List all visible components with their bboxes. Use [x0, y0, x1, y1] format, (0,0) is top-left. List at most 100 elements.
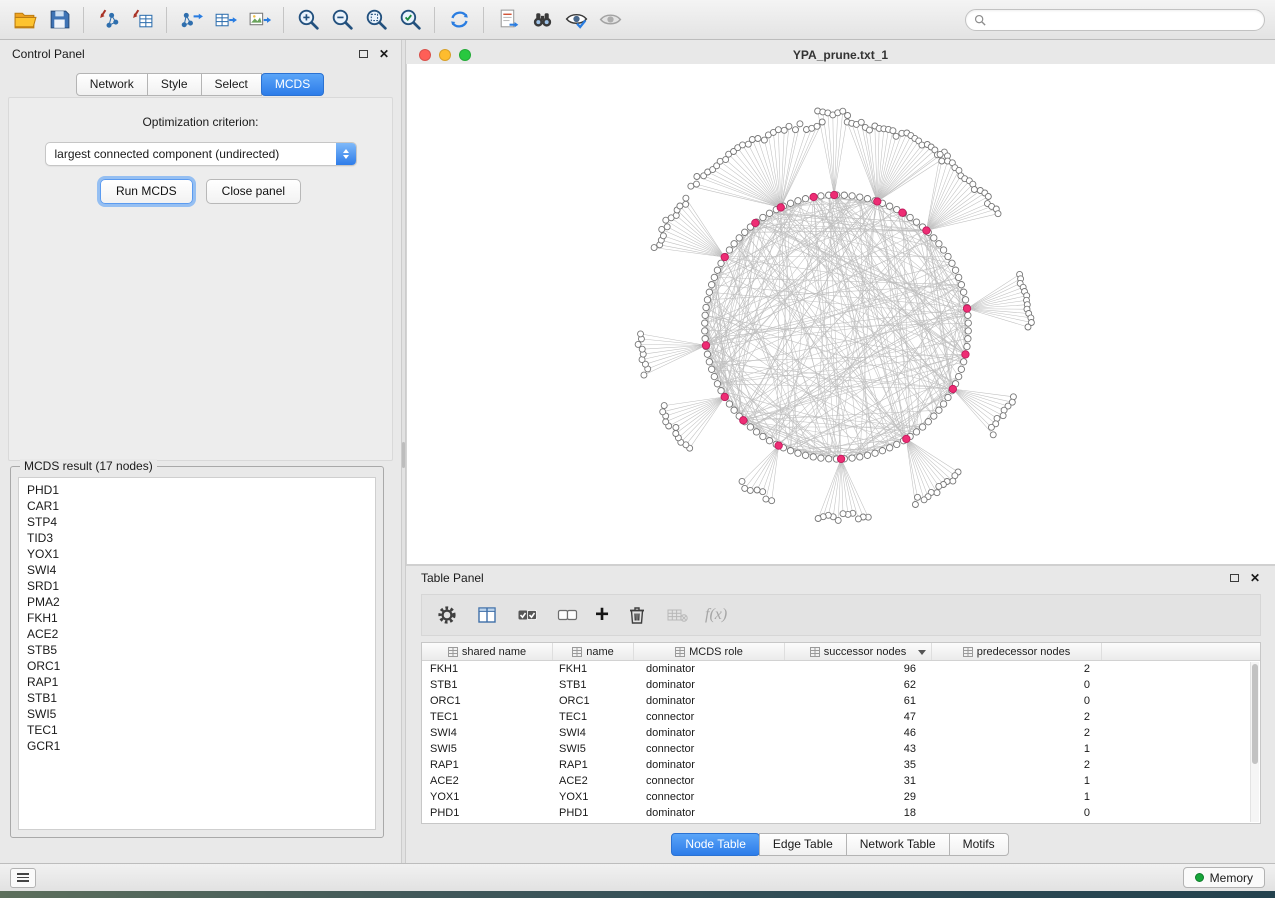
tab-select[interactable]: Select	[201, 73, 262, 96]
mcds-result-item[interactable]: SWI4	[19, 562, 375, 578]
save-session-icon[interactable]	[42, 5, 76, 35]
table-cell: dominator	[634, 807, 785, 819]
table-scrollbar[interactable]	[1250, 662, 1259, 822]
dropdown-value: largest connected component (undirected)	[55, 147, 280, 161]
control-panel-title: Control Panel	[12, 47, 85, 61]
float-panel-icon[interactable]	[1230, 574, 1239, 582]
table-settings-gear-icon[interactable]	[435, 603, 459, 627]
run-mcds-button[interactable]: Run MCDS	[100, 179, 193, 204]
column-header-shared-name[interactable]: shared name	[422, 643, 553, 660]
memory-button[interactable]: Memory	[1183, 867, 1265, 888]
mcds-result-item[interactable]: STB1	[19, 690, 375, 706]
splitter-handle[interactable]	[402, 442, 405, 468]
search-input[interactable]	[991, 13, 1256, 27]
mcds-result-item[interactable]: STB5	[19, 642, 375, 658]
network-graph[interactable]	[407, 64, 1275, 564]
tab-motifs[interactable]: Motifs	[949, 833, 1009, 856]
zoom-in-icon[interactable]	[291, 5, 325, 35]
table-row[interactable]: SWI5SWI5connector431	[422, 741, 1260, 757]
import-table-icon[interactable]	[125, 5, 159, 35]
tab-mcds[interactable]: MCDS	[261, 73, 324, 96]
minimize-window-button[interactable]	[439, 49, 451, 61]
table-row[interactable]: TEC1TEC1connector472	[422, 709, 1260, 725]
column-icon	[572, 647, 582, 657]
mcds-result-item[interactable]: TEC1	[19, 722, 375, 738]
close-panel-icon[interactable]: ✕	[379, 48, 389, 60]
function-builder-icon: f(x)	[705, 606, 727, 624]
mcds-result-item[interactable]: SRD1	[19, 578, 375, 594]
table-cell: 0	[932, 679, 1102, 691]
mcds-result-item[interactable]: TID3	[19, 530, 375, 546]
table-row[interactable]: ORC1ORC1dominator610	[422, 693, 1260, 709]
mcds-result-item[interactable]: FKH1	[19, 610, 375, 626]
table-row[interactable]: PHD1PHD1dominator180	[422, 805, 1260, 821]
table-row[interactable]: STB1STB1dominator620	[422, 677, 1260, 693]
column-header-successor-nodes[interactable]: successor nodes	[785, 643, 932, 660]
mcds-result-list[interactable]: PHD1CAR1STP4TID3YOX1SWI4SRD1PMA2FKH1ACE2…	[18, 477, 376, 830]
mcds-result-item[interactable]: STP4	[19, 514, 375, 530]
toolbar-separator	[283, 7, 284, 33]
control-panel-tabs: NetworkStyleSelectMCDS	[0, 73, 401, 96]
mcds-result-item[interactable]: ORC1	[19, 658, 375, 674]
search-field[interactable]	[965, 9, 1265, 31]
mcds-result-item[interactable]: PHD1	[19, 482, 375, 498]
export-image-icon[interactable]	[242, 5, 276, 35]
table-row[interactable]: YOX1YOX1connector291	[422, 789, 1260, 805]
search-binoculars-icon[interactable]	[525, 5, 559, 35]
select-all-columns-icon[interactable]	[515, 603, 539, 627]
table-cell: 1	[932, 743, 1102, 755]
panel-menu-button[interactable]	[10, 868, 36, 888]
zoom-window-button[interactable]	[459, 49, 471, 61]
refresh-view-icon[interactable]	[442, 5, 476, 35]
open-file-icon[interactable]	[8, 5, 42, 35]
show-graphics-details-icon[interactable]	[559, 5, 593, 35]
zoom-fit-icon[interactable]	[359, 5, 393, 35]
table-cell: 2	[932, 711, 1102, 723]
mcds-result-item[interactable]: GCR1	[19, 738, 375, 754]
table-row[interactable]: ACE2ACE2connector311	[422, 773, 1260, 789]
column-icon	[675, 647, 685, 657]
mcds-result-item[interactable]: PMA2	[19, 594, 375, 610]
table-row[interactable]: FKH1FKH1dominator962	[422, 661, 1260, 677]
zoom-selected-icon[interactable]	[393, 5, 427, 35]
zoom-out-icon[interactable]	[325, 5, 359, 35]
mcds-result-item[interactable]: RAP1	[19, 674, 375, 690]
float-panel-icon[interactable]	[359, 50, 368, 58]
create-column-icon[interactable]: +	[595, 604, 609, 626]
scrollbar-thumb[interactable]	[1252, 664, 1258, 764]
toolbar-separator	[434, 7, 435, 33]
tab-style[interactable]: Style	[147, 73, 202, 96]
delete-column-trash-icon[interactable]	[625, 603, 649, 627]
table-cell: PHD1	[553, 807, 634, 819]
mcds-result-item[interactable]: SWI5	[19, 706, 375, 722]
import-network-icon[interactable]	[91, 5, 125, 35]
column-header-mcds-role[interactable]: MCDS role	[634, 643, 785, 660]
close-panel-icon[interactable]: ✕	[1250, 572, 1260, 584]
table-panel-title: Table Panel	[421, 571, 484, 585]
table-row[interactable]: RAP1RAP1dominator352	[422, 757, 1260, 773]
export-table-icon[interactable]	[208, 5, 242, 35]
table-cell: ORC1	[422, 695, 553, 707]
show-columns-icon[interactable]	[475, 603, 499, 627]
mcds-result-item[interactable]: ACE2	[19, 626, 375, 642]
table-cell: 29	[785, 791, 932, 803]
close-panel-button[interactable]: Close panel	[206, 179, 301, 204]
deselect-all-columns-icon[interactable]	[555, 603, 579, 627]
close-window-button[interactable]	[419, 49, 431, 61]
column-header-predecessor-nodes[interactable]: predecessor nodes	[932, 643, 1102, 660]
network-view-canvas[interactable]	[406, 64, 1275, 564]
mcds-result-item[interactable]: YOX1	[19, 546, 375, 562]
mcds-result-item[interactable]: CAR1	[19, 498, 375, 514]
export-network-icon[interactable]	[174, 5, 208, 35]
tab-edge-table[interactable]: Edge Table	[759, 833, 847, 856]
tab-node-table[interactable]: Node Table	[671, 833, 760, 856]
optimization-criterion-dropdown[interactable]: largest connected component (undirected)	[45, 142, 357, 166]
hide-graphics-details-icon[interactable]	[593, 5, 627, 35]
column-header-name[interactable]: name	[553, 643, 634, 660]
chevron-down-icon[interactable]	[918, 650, 926, 655]
tab-network-table[interactable]: Network Table	[846, 833, 950, 856]
share-document-icon[interactable]	[491, 5, 525, 35]
table-row[interactable]: SWI4SWI4dominator462	[422, 725, 1260, 741]
tab-network[interactable]: Network	[76, 73, 148, 96]
mcds-result-title: MCDS result (17 nodes)	[20, 459, 157, 473]
